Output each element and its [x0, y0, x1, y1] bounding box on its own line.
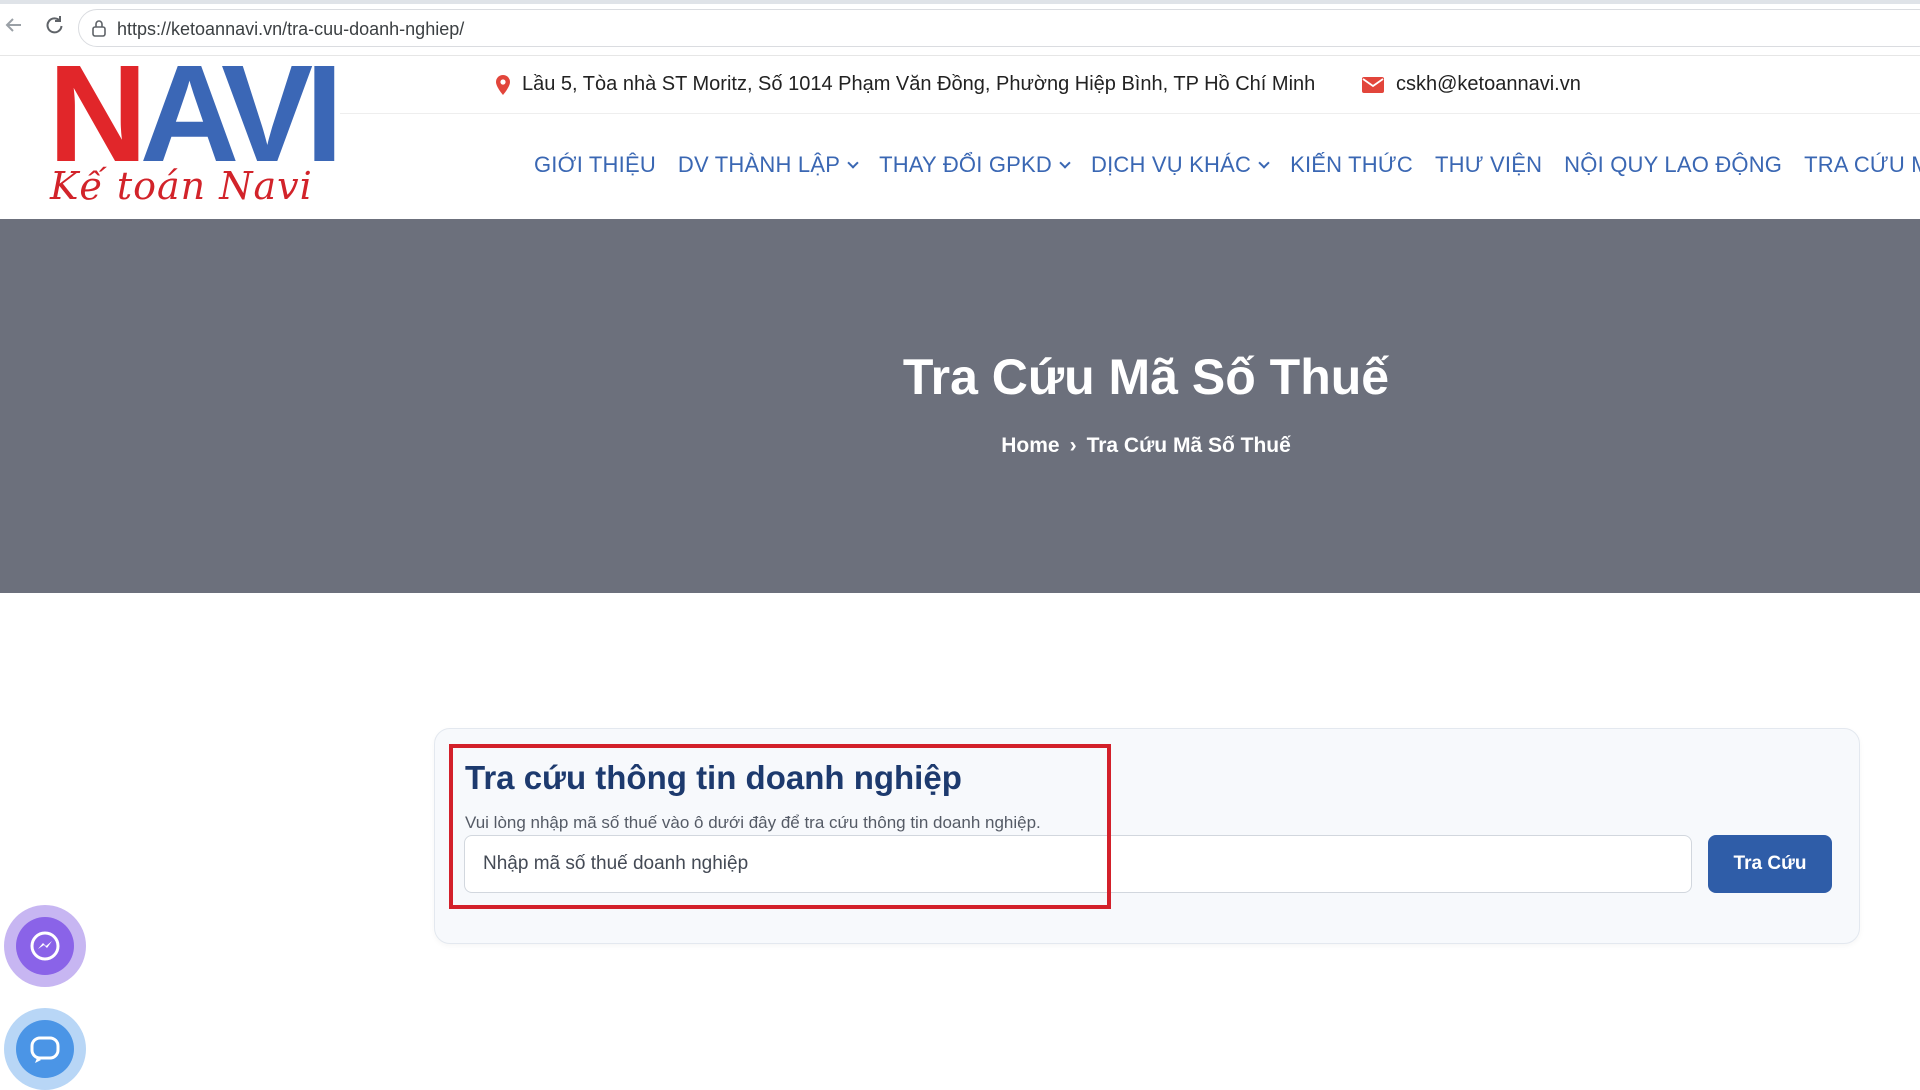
nav-label: GIỚI THIỆU [534, 152, 656, 177]
nav-item-kien-thuc[interactable]: KIẾN THỨC [1290, 152, 1413, 178]
tax-code-input[interactable] [464, 835, 1692, 893]
lock-icon [92, 20, 106, 37]
map-pin-icon [496, 74, 510, 95]
nav-item-noi-quy-lao-dong[interactable]: NỘI QUY LAO ĐỘNG [1564, 152, 1782, 178]
nav-label: KIẾN THỨC [1290, 152, 1413, 177]
main-navigation: GIỚI THIỆU DV THÀNH LẬP THAY ĐỔI GPKD DỊ… [534, 152, 1920, 178]
lookup-description: Vui lòng nhập mã số thuế vào ô dưới đây … [465, 813, 1041, 832]
zalo-button[interactable] [4, 1008, 86, 1090]
lookup-title: Tra cứu thông tin doanh nghiệp [465, 759, 962, 796]
messenger-button[interactable] [4, 905, 86, 987]
nav-label: NỘI QUY LAO ĐỘNG [1564, 152, 1783, 177]
nav-item-thay-doi-gpkd[interactable]: THAY ĐỔI GPKD [879, 152, 1071, 178]
contact-topbar: Lầu 5, Tòa nhà ST Moritz, Số 1014 Phạm V… [340, 56, 1920, 114]
logo-wordmark: NAVI [48, 45, 343, 183]
address-text: Lầu 5, Tòa nhà ST Moritz, Số 1014 Phạm V… [522, 73, 1316, 95]
breadcrumb-current: Tra Cứu Mã Số Thuế [1086, 434, 1291, 457]
back-arrow-icon[interactable] [0, 14, 28, 42]
mail-icon [1362, 76, 1384, 93]
nav-label: DỊCH VỤ KHÁC [1091, 152, 1252, 177]
breadcrumb: Home › Tra Cứu Mã Số Thuế [0, 434, 1920, 458]
browser-top-strip [0, 0, 1920, 4]
nav-item-gioi-thieu[interactable]: GIỚI THIỆU [534, 152, 656, 178]
nav-label: DV THÀNH LẬP [677, 152, 841, 177]
email-text[interactable]: cskh@ketoannavi.vn [1396, 73, 1581, 96]
chevron-down-icon [847, 157, 859, 169]
address-bar[interactable]: https://ketoannavi.vn/tra-cuu-doanh-nghi… [78, 9, 1920, 47]
breadcrumb-separator: › [1069, 434, 1077, 457]
breadcrumb-home[interactable]: Home [1001, 434, 1059, 457]
nav-item-tra-cuu-mst[interactable]: TRA CỨU MST [1804, 152, 1920, 178]
chevron-down-icon [1258, 157, 1270, 169]
page-hero: Tra Cứu Mã Số Thuế Home › Tra Cứu Mã Số Th… [0, 219, 1920, 593]
nav-label: THƯ VIỆN [1434, 152, 1543, 177]
nav-item-dich-vu-khac[interactable]: DỊCH VỤ KHÁC [1091, 152, 1270, 178]
chevron-down-icon [1059, 157, 1071, 169]
zalo-icon [16, 1020, 74, 1078]
address-info: Lầu 5, Tòa nhà ST Moritz, Số 1014 Phạm V… [494, 73, 1315, 96]
nav-item-thu-vien[interactable]: THƯ VIỆN [1435, 152, 1542, 178]
nav-label: THAY ĐỔI GPKD [879, 152, 1053, 177]
lookup-button[interactable]: Tra Cứu [1708, 835, 1832, 893]
email-info[interactable]: cskh@ketoannavi.vn [1362, 73, 1581, 96]
tax-lookup-card: Tra cứu thông tin doanh nghiệp Vui lòng … [434, 728, 1860, 944]
nav-label: TRA CỨU MST [1804, 152, 1920, 177]
site-header: NAVI Kế toán Navi Lầu 5, Tòa nhà ST Mori… [0, 45, 1920, 219]
nav-item-dv-thanh-lap[interactable]: DV THÀNH LẬP [677, 152, 859, 178]
site-logo[interactable]: NAVI Kế toán Navi [48, 45, 343, 208]
page-title: Tra Cứu Mã Số Thuế [902, 349, 1390, 405]
logo-tagline: Kế toán Navi [50, 164, 313, 208]
messenger-icon [16, 917, 74, 975]
